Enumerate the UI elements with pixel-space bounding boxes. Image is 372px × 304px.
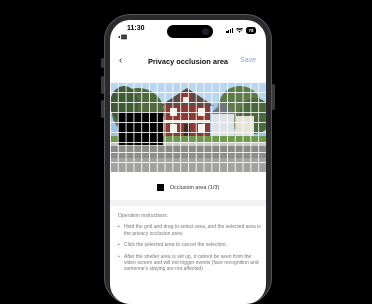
instructions-heading: Operation instructions: [118, 213, 169, 219]
selection-grid[interactable] [110, 82, 266, 172]
status-indicators: 78 [226, 27, 256, 34]
phone-volume-down-button [101, 100, 104, 118]
instruction-item: Click the selected area to cancel the se… [118, 242, 262, 249]
phone-action-button [101, 58, 104, 68]
occlusion-legend: Occlusion area (1/3) [110, 184, 266, 191]
phone-power-button [272, 84, 275, 110]
phone-screen: 11:30 ◂ ▓▓ 78 ‹ Privacy occlusion area S… [110, 20, 266, 304]
camera-video-preview [110, 82, 266, 172]
nav-bar: ‹ Privacy occlusion area Save [110, 56, 266, 68]
status-time: 11:30 [127, 25, 145, 32]
status-back-indicator: ◂ ▓▓ [118, 34, 127, 39]
instruction-item: Hold the grid and drag to select area, a… [118, 224, 262, 237]
cellular-signal-icon [226, 28, 233, 33]
section-divider [110, 200, 266, 206]
legend-label: Occlusion area (1/3) [169, 184, 220, 191]
operation-instructions: Operation instructions: Hold the grid an… [118, 213, 262, 278]
instruction-item: After the shelter area is set up, it can… [118, 254, 262, 273]
save-button[interactable]: Save [240, 57, 256, 64]
dynamic-island [167, 25, 213, 38]
legend-swatch [156, 184, 164, 191]
wifi-icon [235, 27, 243, 33]
battery-icon: 78 [245, 27, 256, 34]
phone-volume-up-button [101, 76, 104, 94]
camera-lens-icon [202, 28, 209, 35]
